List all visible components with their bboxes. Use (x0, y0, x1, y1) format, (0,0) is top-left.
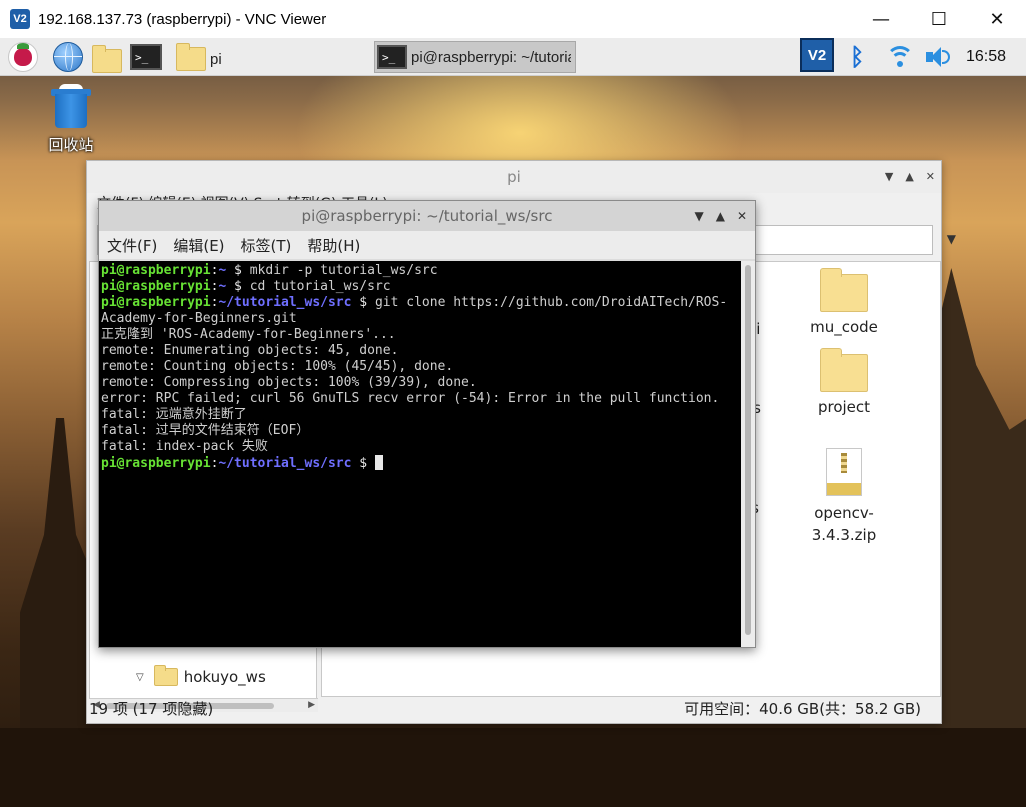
task-file-manager-label: pi (210, 50, 222, 68)
folder-icon (92, 45, 122, 73)
file-manager-title: pi (507, 168, 521, 186)
bluetooth-icon: ᛒ (850, 43, 865, 71)
terminal-output-line: 正克隆到 'ROS-Academy-for-Beginners'... (101, 327, 396, 342)
menu-edit[interactable]: 编辑(E) (173, 235, 224, 256)
terminal-menubar: 文件(F) 编辑(E) 标签(T) 帮助(H) (99, 231, 755, 259)
file-item-label: mu_code (810, 318, 878, 336)
clock[interactable]: 16:58 (966, 42, 1006, 72)
prompt-path: ~/tutorial_ws/src (218, 456, 352, 471)
terminal-prompt-line: pi@raspberrypi:~ $ cd tutorial_ws/src (101, 279, 391, 294)
terminal-window: pi@raspberrypi: ~/tutorial_ws/src ▼ ▲ ✕ … (98, 200, 756, 648)
status-bar: 19 项 (17 项隐藏) 可用空间：40.6 GB(共：58.2 GB) (87, 695, 941, 723)
maximize-button[interactable]: ☐ (910, 0, 968, 38)
prompt-command: git clone https://github.com/DroidAITech… (374, 295, 728, 310)
terminal-prompt-line: pi@raspberrypi:~/tutorial_ws/src $ (101, 455, 741, 471)
terminal-output-line: fatal: index-pack 失败 (101, 439, 268, 454)
close-button[interactable]: ✕ (968, 0, 1026, 38)
trash-label: 回收站 (48, 136, 94, 154)
scrollbar-thumb[interactable] (745, 265, 751, 635)
terminal-output-line: remote: Counting objects: 100% (45/45), … (101, 359, 454, 374)
vnc-server-icon: V2 (800, 38, 834, 72)
browser-launcher[interactable] (53, 42, 83, 72)
sidebar-item-label: hokuyo_ws (183, 668, 266, 686)
chevron-down-icon[interactable]: ▼ (885, 161, 893, 193)
file-item-opencv-zip[interactable]: opencv-3.4.3.zip (798, 448, 890, 546)
minimize-button[interactable]: — (852, 0, 910, 38)
file-manager-launcher[interactable] (92, 45, 122, 76)
sidebar-item-hokuyo-ws[interactable]: ▽ hokuyo_ws (136, 665, 266, 686)
prompt-user: pi@raspberrypi (101, 295, 211, 310)
task-terminal-label: pi@raspberrypi: ~/tutorial_ws/src (411, 48, 571, 66)
file-item-project[interactable]: project (798, 348, 890, 416)
status-free-space: 可用空间：40.6 GB(共：58.2 GB) (684, 700, 921, 718)
vnc-tray-button[interactable]: V2 (800, 38, 834, 72)
terminal-output-line: Academy-for-Beginners.git (101, 311, 297, 326)
chevron-down-icon[interactable]: ▼ (694, 201, 703, 231)
menu-file[interactable]: 文件(F) (107, 235, 157, 256)
prompt-user: pi@raspberrypi (101, 279, 211, 294)
folder-icon (820, 268, 868, 312)
expand-arrow-icon[interactable]: ▽ (136, 672, 144, 683)
rpi-taskbar: >_ pi >_ pi@raspberrypi: ~/tutorial_ws/s… (0, 38, 1026, 76)
chevron-up-icon[interactable]: ▲ (905, 161, 913, 193)
prompt-user: pi@raspberrypi (101, 263, 211, 278)
zip-file-icon (826, 448, 862, 496)
file-item-label: project (817, 398, 871, 416)
prompt-path: ~/tutorial_ws/src (218, 295, 352, 310)
terminal-prompt-line: pi@raspberrypi:~ $ mkdir -p tutorial_ws/… (101, 263, 438, 278)
file-item-label: opencv-3.4.3.zip (811, 504, 877, 544)
task-file-manager[interactable]: pi (176, 43, 222, 74)
close-icon[interactable]: ✕ (737, 201, 747, 231)
wifi-button[interactable] (886, 42, 914, 72)
terminal-launcher[interactable]: >_ (130, 42, 162, 72)
close-icon[interactable]: ✕ (926, 161, 935, 193)
vnc-logo-icon: V2 (10, 9, 30, 29)
menu-help[interactable]: 帮助(H) (307, 235, 360, 256)
window-controls: — ☐ ✕ (852, 0, 1026, 38)
terminal-icon: >_ (377, 45, 407, 69)
terminal-output-line: fatal: 过早的文件结束符（EOF） (101, 423, 310, 438)
terminal-titlebar[interactable]: pi@raspberrypi: ~/tutorial_ws/src ▼ ▲ ✕ (99, 201, 755, 231)
terminal-cursor (374, 455, 383, 470)
file-manager-titlebar: pi ▼ ▲ ✕ (87, 161, 941, 193)
folder-icon (153, 665, 178, 686)
raspberry-icon (8, 42, 38, 72)
terminal-title: pi@raspberrypi: ~/tutorial_ws/src (301, 207, 553, 225)
terminal-output-line: error: RPC failed; curl 56 GnuTLS recv e… (101, 391, 720, 406)
silhouette-ground (0, 728, 1026, 807)
wifi-icon (886, 46, 914, 68)
chevron-down-icon[interactable]: ▼ (947, 232, 956, 246)
prompt-user: pi@raspberrypi (101, 456, 211, 471)
terminal-prompt-line: pi@raspberrypi:~/tutorial_ws/src $ git c… (101, 295, 728, 310)
folder-icon (176, 43, 206, 71)
desktop-trash[interactable]: 回收站 (40, 84, 102, 155)
prompt-command: mkdir -p tutorial_ws/src (249, 263, 438, 278)
globe-icon (53, 42, 83, 72)
file-manager-controls: ▼ ▲ ✕ (885, 161, 935, 193)
chevron-up-icon[interactable]: ▲ (716, 201, 725, 231)
terminal-output[interactable]: pi@raspberrypi:~ $ mkdir -p tutorial_ws/… (99, 261, 743, 647)
volume-button[interactable] (924, 42, 952, 72)
terminal-output-line: remote: Compressing objects: 100% (39/39… (101, 375, 477, 390)
terminal-output-line: remote: Enumerating objects: 45, done. (101, 343, 399, 358)
terminal-icon: >_ (130, 44, 162, 70)
vnc-window-title: 192.168.137.73 (raspberrypi) - VNC Viewe… (38, 10, 327, 28)
terminal-output-line: fatal: 远端意外挂断了 (101, 407, 247, 422)
file-item-mu-code[interactable]: mu_code (798, 268, 890, 336)
task-terminal[interactable]: >_ pi@raspberrypi: ~/tutorial_ws/src (374, 41, 576, 73)
status-item-count: 19 项 (17 项隐藏) (89, 700, 214, 718)
terminal-controls: ▼ ▲ ✕ (694, 201, 747, 231)
prompt-command: cd tutorial_ws/src (249, 279, 391, 294)
vnc-titlebar: V2 192.168.137.73 (raspberrypi) - VNC Vi… (0, 0, 1026, 38)
raspberry-menu-button[interactable] (8, 42, 38, 72)
volume-icon (924, 45, 952, 69)
trash-icon (51, 84, 91, 128)
terminal-scrollbar[interactable] (741, 261, 755, 647)
folder-icon (820, 348, 868, 392)
bluetooth-button[interactable]: ᛒ (850, 42, 864, 72)
clock-text: 16:58 (966, 48, 1007, 65)
menu-tabs[interactable]: 标签(T) (241, 235, 292, 256)
